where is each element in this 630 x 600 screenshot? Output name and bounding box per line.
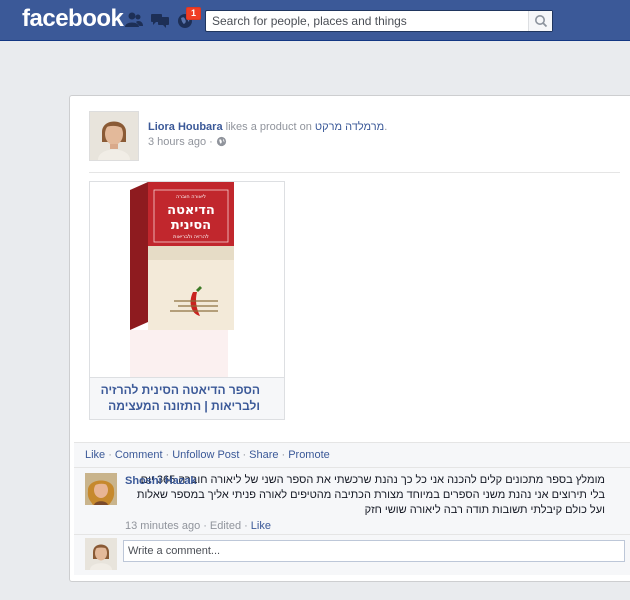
story-verb: likes a product on [222, 121, 315, 133]
search-button[interactable] [528, 11, 552, 31]
story-headline: Liora Houbara likes a product on מרמלדה … [148, 121, 387, 133]
story-actions-bar: Like · Comment · Unfollow Post · Share · Promote [74, 442, 630, 467]
action-separator: · [108, 449, 112, 461]
meta-separator: · [203, 520, 207, 532]
meta-separator: · [206, 136, 216, 148]
comment-like-link[interactable]: Like [251, 520, 271, 532]
meta-separator: · [244, 520, 248, 532]
commenter-avatar[interactable] [85, 473, 117, 505]
notification-badge[interactable]: 1 [186, 7, 201, 20]
action-separator: · [165, 449, 170, 461]
write-comment-input[interactable] [123, 540, 625, 562]
product-image[interactable]: ליאורה חוברה הדיאטה הסינית להרזיה ולבריא… [90, 182, 284, 377]
product-caption[interactable]: הספר הדיאטה הסינית להרזיה ולבריאות | התז… [90, 377, 284, 419]
search-icon [535, 15, 548, 28]
viewer-avatar [85, 538, 117, 570]
action-separator: · [281, 449, 286, 461]
globe-icon[interactable] [216, 136, 227, 147]
actor-avatar[interactable] [89, 111, 139, 161]
book-author-text: ליאורה חוברה [176, 194, 206, 200]
facebook-logo[interactable]: facebook [22, 5, 124, 33]
story-timestamp[interactable]: 3 hours ago [148, 136, 206, 148]
comment-edited-link[interactable]: Edited [210, 520, 241, 532]
product-title-link[interactable]: הספר הדיאטה הסינית להרזיה ולבריאות | התז… [90, 382, 260, 414]
book-title-line-2: הסינית [171, 218, 211, 233]
comment-link[interactable]: Comment [115, 449, 163, 461]
comment-body: מומלץ בספר מתכונים קלים להכנה אני כל כך … [125, 473, 605, 518]
share-link[interactable]: Share [249, 449, 278, 461]
book-title-line-1: הדיאטה [167, 203, 215, 218]
headline-period: . [384, 121, 388, 133]
friend-requests-icon[interactable] [124, 11, 144, 29]
header-divider [89, 172, 620, 173]
comment-text: מומלץ בספר מתכונים קלים להכנה אני כל כך … [136, 474, 605, 516]
story-card: Liora Houbara likes a product on מרמלדה … [69, 95, 630, 582]
unfollow-post-link[interactable]: Unfollow Post [172, 449, 239, 461]
like-link[interactable]: Like [85, 449, 105, 461]
actor-name-link[interactable]: Liora Houbara [148, 121, 223, 133]
comment-meta: 13 minutes ago · Edited · Like [125, 520, 271, 532]
story-meta: 3 hours ago · [148, 136, 227, 148]
comment-author-link[interactable]: Shoshi Hazak [125, 475, 197, 487]
page-name-link[interactable]: מרמלדה מרקט [315, 121, 384, 133]
write-comment-row [74, 534, 630, 575]
comment-timestamp[interactable]: 13 minutes ago [125, 520, 200, 532]
product-attachment[interactable]: ליאורה חוברה הדיאטה הסינית להרזיה ולבריא… [89, 181, 285, 420]
top-bar: facebook 1 [0, 0, 630, 41]
promote-link[interactable]: Promote [288, 449, 330, 461]
search-box [205, 10, 553, 32]
comment-item: מומלץ בספר מתכונים קלים להכנה אני כל כך … [74, 467, 630, 534]
action-separator: · [242, 449, 247, 461]
messages-icon[interactable] [150, 11, 170, 29]
search-input[interactable] [206, 11, 526, 31]
book-subtitle: להרזיה ולבריאות [173, 234, 209, 240]
